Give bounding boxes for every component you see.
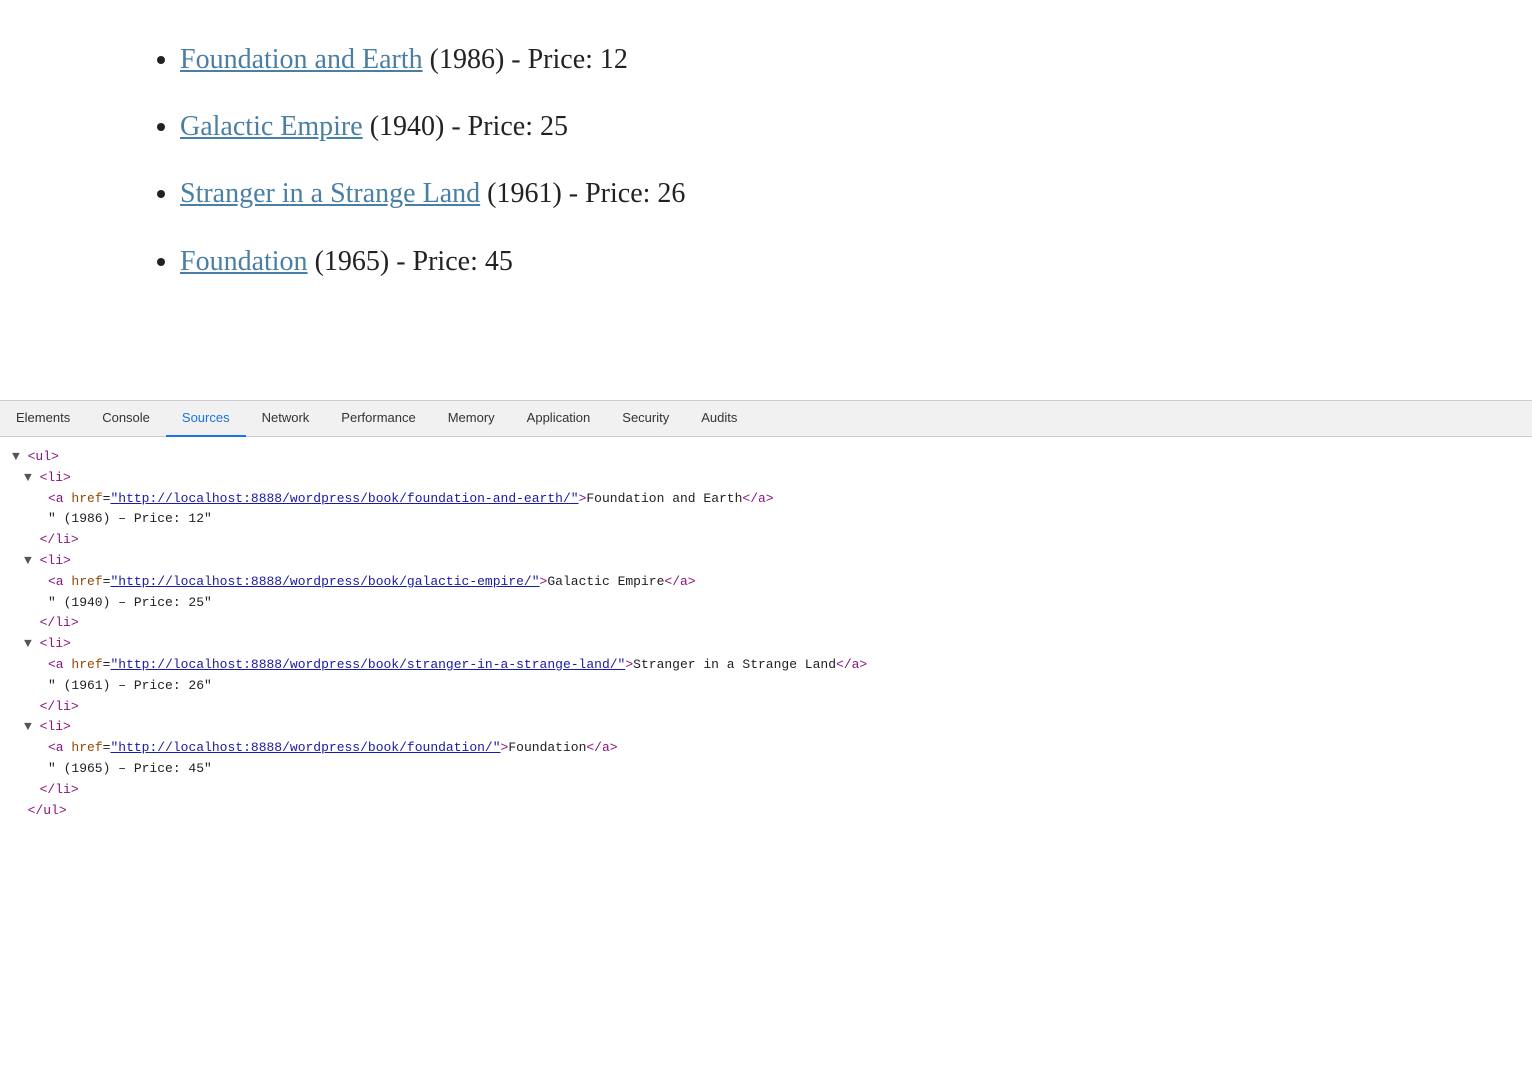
xml-line: " (1965) – Price: 45" xyxy=(12,759,1532,780)
tab-console[interactable]: Console xyxy=(86,401,166,437)
xml-line: </li> xyxy=(12,697,1532,718)
book-info: (1965) - Price: 45 xyxy=(308,246,513,277)
list-item: Foundation (1965) - Price: 45 xyxy=(180,242,1412,281)
devtools-link[interactable]: http://localhost:8888/wordpress/book/str… xyxy=(118,657,617,672)
xml-line: ▼ <li> xyxy=(12,634,1532,655)
xml-line: <a href="http://localhost:8888/wordpress… xyxy=(12,489,1532,510)
devtools-link[interactable]: http://localhost:8888/wordpress/book/fou… xyxy=(118,740,492,755)
devtools-dom-panel: ▼ <ul> ▼ <li> <a href="http://localhost:… xyxy=(0,437,1532,831)
book-link-galactic-empire[interactable]: Galactic Empire xyxy=(180,111,363,142)
devtools-link[interactable]: http://localhost:8888/wordpress/book/gal… xyxy=(118,574,531,589)
xml-line: ▼ <ul> xyxy=(12,447,1532,468)
book-info: (1986) - Price: 12 xyxy=(423,44,628,75)
book-link-foundation[interactable]: Foundation xyxy=(180,246,308,277)
main-content: Foundation and Earth (1986) - Price: 12 … xyxy=(0,0,1532,400)
xml-line: ▼ <li> xyxy=(12,551,1532,572)
collapse-arrow[interactable]: ▼ xyxy=(24,470,32,485)
list-item: Stranger in a Strange Land (1961) - Pric… xyxy=(180,174,1412,213)
tab-sources[interactable]: Sources xyxy=(166,401,246,437)
xml-line: <a href="http://localhost:8888/wordpress… xyxy=(12,738,1532,759)
book-link-stranger[interactable]: Stranger in a Strange Land xyxy=(180,178,480,209)
tab-application[interactable]: Application xyxy=(511,401,607,437)
xml-line: " (1986) – Price: 12" xyxy=(12,509,1532,530)
xml-line: <a href="http://localhost:8888/wordpress… xyxy=(12,572,1532,593)
xml-line: </li> xyxy=(12,780,1532,801)
tab-network[interactable]: Network xyxy=(246,401,326,437)
xml-line: </ul> xyxy=(12,801,1532,822)
xml-line: " (1961) – Price: 26" xyxy=(12,676,1532,697)
tab-audits[interactable]: Audits xyxy=(685,401,753,437)
devtools-link[interactable]: http://localhost:8888/wordpress/book/fou… xyxy=(118,491,570,506)
tab-security[interactable]: Security xyxy=(606,401,685,437)
book-info: (1961) - Price: 26 xyxy=(480,178,685,209)
book-link-foundation-and-earth[interactable]: Foundation and Earth xyxy=(180,44,423,75)
xml-line: ▼ <li> xyxy=(12,468,1532,489)
xml-line: <a href="http://localhost:8888/wordpress… xyxy=(12,655,1532,676)
collapse-arrow[interactable]: ▼ xyxy=(24,719,32,734)
tab-performance[interactable]: Performance xyxy=(325,401,431,437)
xml-line: </li> xyxy=(12,613,1532,634)
collapse-arrow[interactable]: ▼ xyxy=(24,636,32,651)
xml-line: </li> xyxy=(12,530,1532,551)
list-item: Galactic Empire (1940) - Price: 25 xyxy=(180,107,1412,146)
collapse-arrow[interactable]: ▼ xyxy=(12,449,20,464)
collapse-arrow[interactable]: ▼ xyxy=(24,553,32,568)
book-info: (1940) - Price: 25 xyxy=(363,111,568,142)
xml-line: " (1940) – Price: 25" xyxy=(12,593,1532,614)
tab-elements[interactable]: Elements xyxy=(0,401,86,437)
xml-line: ▼ <li> xyxy=(12,717,1532,738)
book-list: Foundation and Earth (1986) - Price: 12 … xyxy=(120,40,1412,281)
list-item: Foundation and Earth (1986) - Price: 12 xyxy=(180,40,1412,79)
devtools-panel: Elements Console Sources Network Perform… xyxy=(0,400,1532,831)
tab-memory[interactable]: Memory xyxy=(432,401,511,437)
devtools-tab-bar: Elements Console Sources Network Perform… xyxy=(0,401,1532,437)
